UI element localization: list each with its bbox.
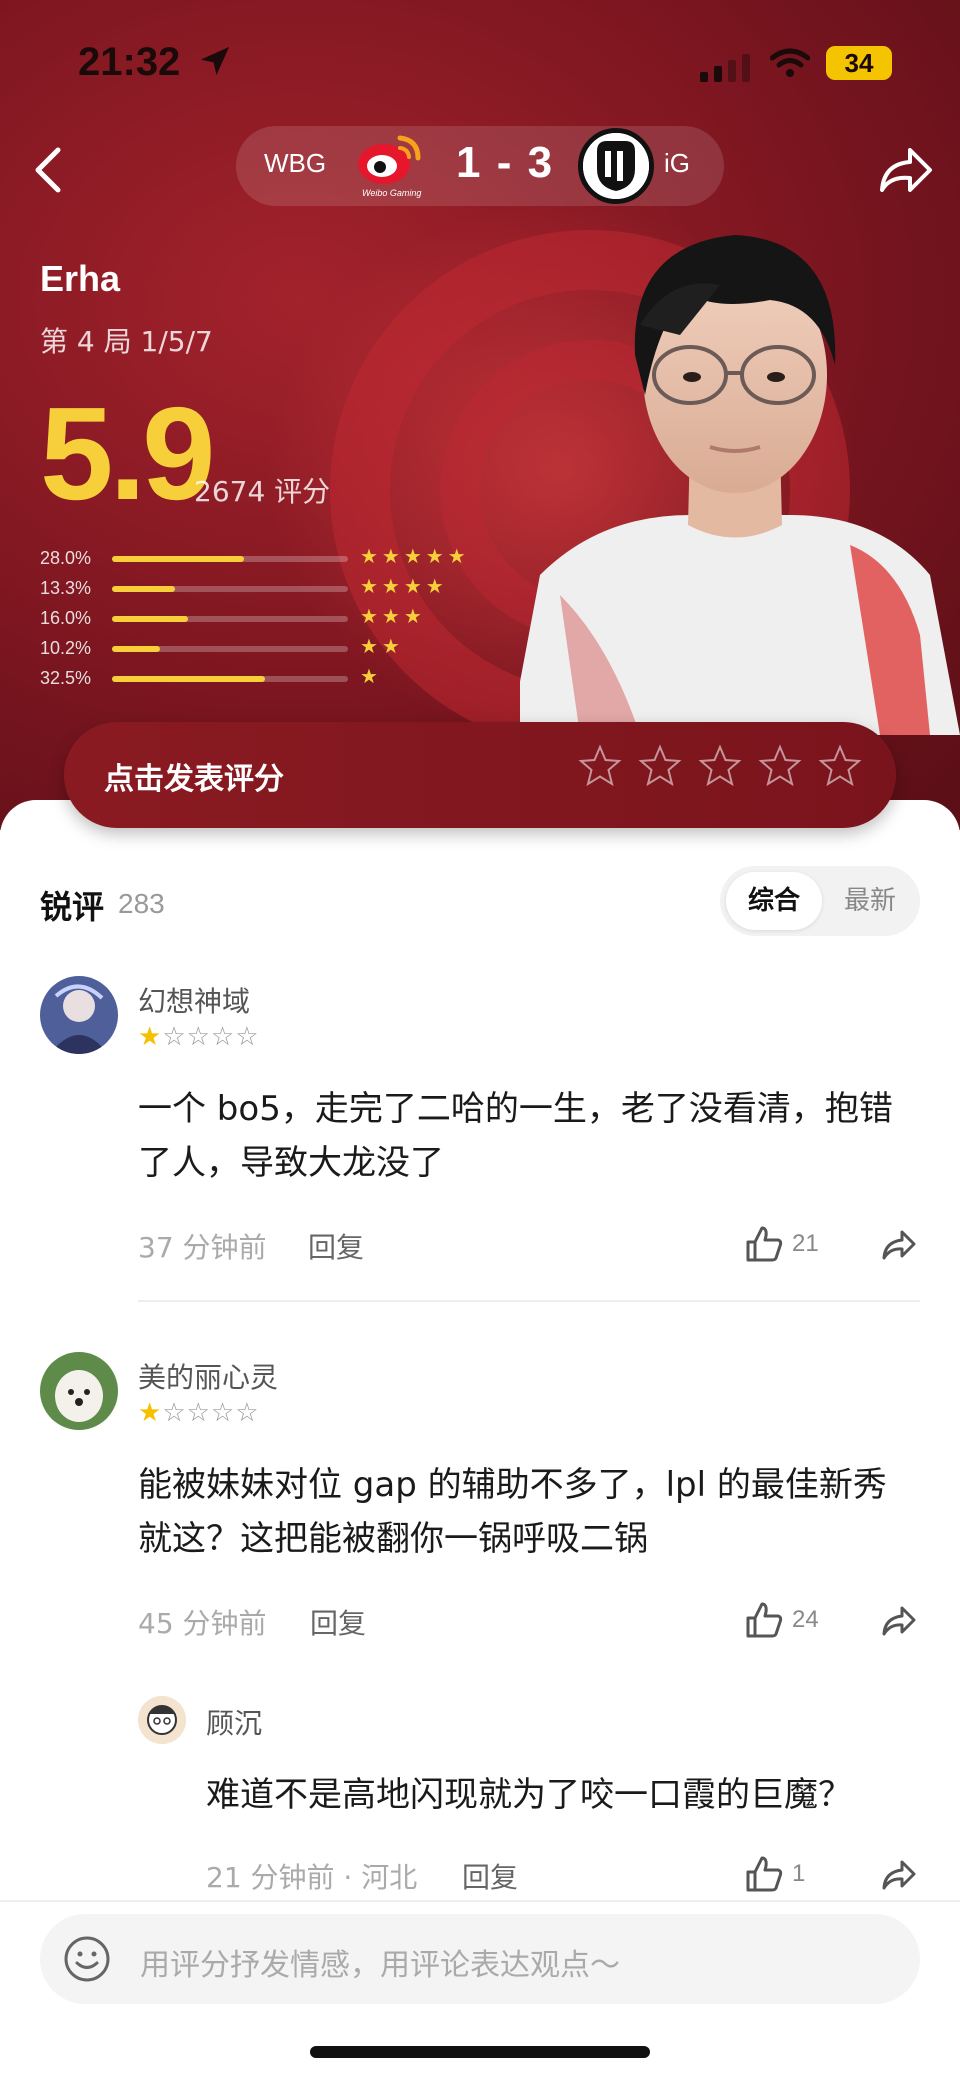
star-icon[interactable] [578, 744, 622, 788]
star-on: ★ [138, 1398, 163, 1428]
comment-input-placeholder: 用评分抒发情感，用评论表达观点～ [140, 1948, 620, 1983]
comment-rating-stars: ★☆☆☆☆ [138, 1398, 260, 1428]
distribution-fill [112, 676, 266, 682]
team-left-name: WBG [264, 148, 327, 178]
distribution-percent: 10.2% [40, 638, 92, 658]
sort-tab-latest[interactable]: 最新 [826, 872, 914, 930]
comment-time: 37 分钟前 [138, 1231, 267, 1264]
rate-stars [578, 744, 862, 788]
distribution-fill [112, 586, 175, 592]
reply-username[interactable]: 顾沉 [206, 1702, 262, 1742]
distribution-fill [112, 616, 188, 622]
star-on: ★ [138, 1022, 163, 1052]
distribution-track [112, 556, 348, 562]
battery-indicator: 34 [826, 46, 892, 80]
thumbs-up-icon[interactable] [744, 1600, 784, 1640]
thumbs-up-icon[interactable] [744, 1854, 784, 1894]
comments-title: 锐评 [40, 888, 105, 926]
avatar[interactable] [138, 1696, 186, 1744]
team-right-name: iG [664, 148, 690, 178]
back-button[interactable] [24, 142, 74, 198]
comment-input[interactable]: 用评分抒发情感，用评论表达观点～ [40, 1914, 920, 2004]
location-arrow-icon [200, 46, 230, 76]
sort-tab-comprehensive[interactable]: 综合 [726, 872, 822, 930]
distribution-fill [112, 556, 245, 562]
distribution-track [112, 586, 348, 592]
player-name: Erha [40, 258, 121, 299]
comment-username[interactable]: 美的丽心灵 [138, 1356, 278, 1396]
rate-label: 点击发表评分 [104, 762, 284, 797]
reply-button[interactable]: 回复 [310, 1602, 366, 1642]
reply-text: 难道不是高地闪现就为了咬一口霞的巨魔？ [206, 1775, 852, 1815]
star-icon[interactable] [818, 744, 862, 788]
distribution-stars: ★★★ [360, 604, 426, 628]
emoji-icon[interactable] [62, 1934, 112, 1984]
comment-time: 45 分钟前 [138, 1607, 267, 1640]
reply-time: 21 分钟前 · 河北 [206, 1861, 418, 1894]
comment-divider [138, 1300, 920, 1302]
match-score: 1 - 3 [456, 138, 555, 187]
wbg-logo-text: Weibo Gaming [362, 188, 421, 198]
comment-text: 能被妹妹对位 gap 的辅助不多了，lpl 的最佳新秀就这？这把能被翻你一锅呼吸… [138, 1465, 887, 1559]
match-score-pill[interactable]: WBG Weibo Gaming 1 - 3 iG [236, 126, 724, 206]
distribution-stars: ★★★★★ [360, 544, 470, 568]
distribution-stars: ★ [360, 664, 382, 688]
star-icon[interactable] [638, 744, 682, 788]
comment-username[interactable]: 幻想神域 [138, 980, 250, 1020]
comment-text: 一个 bo5，走完了二哈的一生，老了没看清，抱错了人，导致大龙没了 [138, 1089, 893, 1183]
wbg-logo-icon: Weibo Gaming [358, 135, 421, 198]
forward-icon[interactable] [880, 1602, 918, 1640]
bottom-input-bar: 用评分抒发情感，用评论表达观点～ [0, 1900, 960, 2077]
home-indicator [310, 2046, 650, 2058]
cellular-signal-icon [700, 54, 750, 82]
forward-icon[interactable] [880, 1856, 918, 1894]
game-info: 第 4 局 1/5/7 [40, 325, 213, 358]
reply-button[interactable]: 回复 [308, 1226, 364, 1266]
player-rating: 5.9 [40, 380, 215, 527]
distribution-percent: 16.0% [40, 608, 92, 628]
star-icon[interactable] [758, 744, 802, 788]
avatar[interactable] [40, 976, 118, 1054]
distribution-track [112, 676, 348, 682]
like-count: 1 [792, 1860, 806, 1887]
distribution-fill [112, 646, 161, 652]
player-photo [520, 235, 960, 735]
avatar[interactable] [40, 1352, 118, 1430]
distribution-percent: 32.5% [40, 668, 92, 688]
sort-toggle: 综合 最新 [720, 866, 920, 936]
distribution-stars: ★★★★ [360, 574, 448, 598]
like-count: 24 [792, 1606, 819, 1633]
star-off: ☆☆☆☆ [162, 1398, 260, 1428]
share-button[interactable] [876, 140, 936, 200]
rating-count: 2674 评分 [194, 475, 331, 508]
distribution-percent: 28.0% [40, 548, 92, 568]
rate-player-bar[interactable]: 点击发表评分 [64, 722, 896, 828]
comments-panel: 锐评 283 综合 最新 幻想神域 ★☆☆☆☆ 一个 bo5，走完了二哈的一生，… [0, 800, 960, 2077]
distribution-track [112, 616, 348, 622]
star-icon[interactable] [698, 744, 742, 788]
distribution-track [112, 646, 348, 652]
forward-icon[interactable] [880, 1226, 918, 1264]
distribution-percent: 13.3% [40, 578, 92, 598]
match-hero: 21:32 34 WBG Weibo Gaming 1 - 3 iG Erha … [0, 0, 960, 830]
star-off: ☆☆☆☆ [162, 1022, 260, 1052]
status-bar: 21:32 34 [0, 0, 960, 120]
ig-logo-icon [578, 128, 654, 204]
status-time: 21:32 [78, 40, 181, 84]
reply-button[interactable]: 回复 [462, 1856, 518, 1896]
distribution-stars: ★★ [360, 634, 404, 658]
comment-rating-stars: ★☆☆☆☆ [138, 1022, 260, 1052]
like-count: 21 [792, 1230, 819, 1257]
comments-count: 283 [118, 888, 165, 919]
thumbs-up-icon[interactable] [744, 1224, 784, 1264]
wifi-icon [770, 48, 810, 77]
